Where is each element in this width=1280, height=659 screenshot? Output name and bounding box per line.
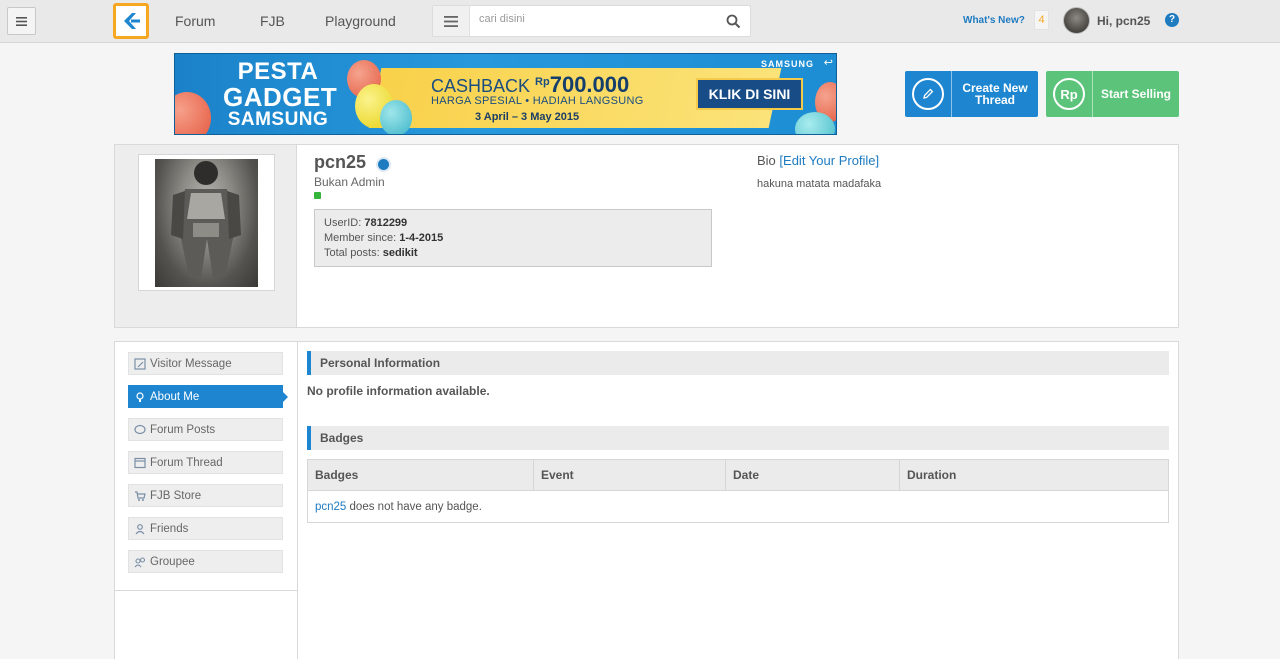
panel-divider: [297, 342, 298, 659]
bulb-icon: [134, 391, 146, 403]
badge-username-link[interactable]: pcn25: [315, 501, 346, 513]
nav-playground-link[interactable]: Playground: [325, 13, 396, 29]
sidebar-item-groupee[interactable]: Groupee: [128, 550, 283, 573]
member-since-row: Member since: 1-4-2015: [324, 231, 702, 246]
notification-count-badge[interactable]: 4: [1034, 10, 1049, 30]
samsung-promo-banner[interactable]: PESTA GADGET SAMSUNG CASHBACK Rp700.000 …: [174, 53, 837, 135]
sidebar-item-fjb-store[interactable]: FJB Store: [128, 484, 283, 507]
bio-label: Bio: [757, 153, 776, 168]
sidebar-item-friends[interactable]: Friends: [128, 517, 283, 540]
search-bar: [432, 5, 751, 37]
table-row: pcn25 does not have any badge.: [307, 490, 1169, 523]
sidebar-item-forum-posts[interactable]: Forum Posts: [128, 418, 283, 441]
sell-icon-wrap: Rp: [1046, 71, 1093, 117]
banner-harga-text: HARGA SPESIAL • HADIAH LANGSUNG: [431, 95, 644, 107]
sidebar-separator: [115, 590, 297, 591]
sidebar-item-label: Groupee: [150, 555, 195, 568]
userid-row: UserID: 7812299: [324, 216, 702, 231]
logo-k-icon: [124, 13, 140, 29]
total-posts-row: Total posts: sedikit: [324, 246, 702, 261]
sidebar-item-label: About Me: [150, 390, 200, 403]
bio-heading: Bio [Edit Your Profile]: [757, 153, 879, 168]
sidebar-item-forum-thread[interactable]: Forum Thread: [128, 451, 283, 474]
create-new-thread-button[interactable]: Create New Thread: [905, 71, 1038, 117]
profile-content-panel: Visitor Message About Me Forum Posts For…: [114, 341, 1179, 659]
rupiah-icon: Rp: [1053, 78, 1085, 110]
message-icon: [134, 357, 146, 370]
table-header-row: Badges Event Date Duration: [307, 459, 1169, 491]
hamburger-menu-button[interactable]: [7, 7, 36, 35]
nav-forum-link[interactable]: Forum: [175, 13, 215, 29]
cashback-amount: 700.000: [549, 72, 630, 97]
profile-username: pcn25: [314, 152, 367, 172]
column-header-duration: Duration: [899, 459, 1169, 491]
start-selling-button[interactable]: Rp Start Selling: [1046, 71, 1179, 117]
user-info-box: UserID: 7812299 Member since: 1-4-2015 T…: [314, 209, 712, 267]
sidebar-item-about-me[interactable]: About Me: [128, 385, 288, 408]
sidebar-item-label: Forum Thread: [150, 456, 223, 469]
balloon-red-image: [175, 92, 211, 134]
balloon-teal-image: [380, 100, 412, 134]
total-posts-value: sedikit: [382, 247, 418, 259]
create-thread-label: Create New Thread: [952, 71, 1038, 117]
cashback-currency: Rp: [535, 76, 550, 88]
member-since-label: Member since:: [324, 232, 397, 244]
friends-icon: [134, 523, 146, 535]
userid-value: 7812299: [364, 217, 408, 229]
column-header-date: Date: [725, 459, 900, 491]
userid-label: UserID:: [324, 217, 362, 229]
list-icon: [444, 15, 458, 27]
profile-rank: Bukan Admin: [314, 175, 385, 189]
edit-profile-link[interactable]: [Edit Your Profile]: [779, 153, 879, 168]
profile-card: pcn25 Bukan Admin UserID: 7812299 Member…: [114, 144, 1179, 328]
pencil-icon: [912, 78, 944, 110]
banner-title-line3: SAMSUNG: [227, 109, 329, 130]
user-avatar[interactable]: [1063, 7, 1090, 34]
empty-badges-cell: pcn25 does not have any badge.: [307, 490, 1169, 523]
member-since-value: 1-4-2015: [399, 232, 444, 244]
column-header-badges: Badges: [307, 459, 534, 491]
search-icon[interactable]: [726, 14, 741, 29]
banner-cta-button[interactable]: KLIK DI SINI: [696, 78, 803, 110]
top-navbar: Forum FJB Playground What's New? 4 Hi, p…: [0, 0, 1280, 43]
search-category-button[interactable]: [433, 6, 470, 36]
banner-close-icon[interactable]: ↩: [824, 56, 833, 69]
banner-date-text: 3 April – 3 May 2015: [475, 111, 580, 123]
user-greeting-link[interactable]: Hi, pcn25: [1097, 14, 1150, 28]
chat-bubble-icon: [134, 424, 146, 436]
column-header-event: Event: [533, 459, 726, 491]
personal-information-heading: Personal Information: [307, 351, 1169, 375]
sidebar-item-label: FJB Store: [150, 489, 202, 502]
user-rank-badge-icon: [376, 157, 391, 172]
badges-heading: Badges: [307, 426, 1169, 450]
thread-window-icon: [134, 457, 146, 469]
whats-new-link[interactable]: What's New?: [963, 15, 1025, 26]
total-posts-label: Total posts:: [324, 247, 380, 259]
profile-photo[interactable]: [155, 159, 258, 287]
empty-badges-text: does not have any badge.: [346, 500, 482, 513]
sidebar-item-label: Friends: [150, 522, 189, 535]
bio-text: hakuna matata madafaka: [757, 178, 882, 190]
kaskus-logo[interactable]: [113, 3, 149, 39]
create-icon-wrap: [905, 71, 952, 117]
online-status-icon: [314, 192, 321, 199]
badges-table: Badges Event Date Duration pcn25 does no…: [307, 459, 1169, 523]
no-profile-info-text: No profile information available.: [307, 384, 490, 398]
sidebar-item-visitor-message[interactable]: Visitor Message: [128, 352, 283, 375]
sidebar-item-label: Visitor Message: [150, 357, 232, 370]
search-input[interactable]: [479, 13, 719, 25]
banner-brand-text: SAMSUNG: [761, 59, 815, 69]
profile-photo-frame: [138, 154, 275, 291]
cart-icon: [134, 490, 146, 502]
start-selling-label: Start Selling: [1100, 87, 1171, 101]
sidebar-item-label: Forum Posts: [150, 423, 216, 436]
armor-figure-image: [171, 161, 241, 277]
group-icon: [134, 556, 146, 568]
create-label-line2: Thread: [974, 93, 1015, 107]
nav-fjb-link[interactable]: FJB: [260, 13, 285, 29]
cashback-prefix: CASHBACK: [431, 76, 531, 96]
hamburger-icon: [16, 16, 27, 26]
help-icon[interactable]: ?: [1165, 13, 1179, 27]
profile-photo-panel: [115, 145, 297, 327]
